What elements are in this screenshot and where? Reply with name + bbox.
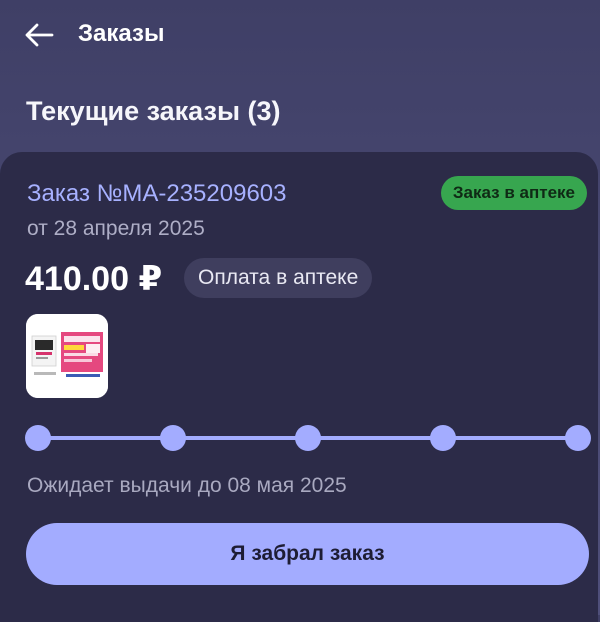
progress-step-1 [25,425,51,451]
product-thumbnail[interactable] [26,314,108,398]
order-status-badge: Заказ в аптеке [440,176,587,210]
picked-up-order-button[interactable]: Я забрал заказ [26,523,589,585]
section-title: Текущие заказы (3) [26,96,281,126]
progress-step-3 [295,425,321,451]
progress-step-2 [160,425,186,451]
order-date: от 28 апреля 2025 [27,217,205,240]
page-title: Заказы [78,20,165,47]
progress-step-5 [565,425,591,451]
arrow-left-icon [25,23,54,47]
order-progress-bar [25,424,591,452]
order-price: 410.00 ₽ [25,260,163,298]
progress-step-4 [430,425,456,451]
back-button[interactable] [18,14,60,56]
payment-method-badge: Оплата в аптеке [184,258,373,298]
top-app-bar: Заказы [0,0,600,70]
pregnancy-test-package-image [26,314,108,398]
order-number-link[interactable]: Заказ №MA-235209603 [27,180,287,208]
pickup-deadline-note: Ожидает выдачи до 08 мая 2025 [27,474,347,497]
